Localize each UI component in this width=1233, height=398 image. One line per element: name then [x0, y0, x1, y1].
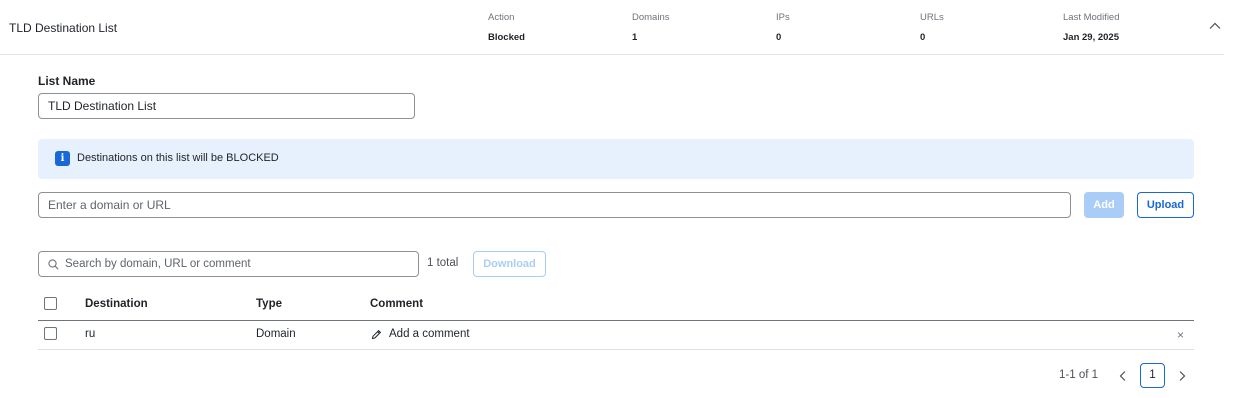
stat-urls: URLs 0	[920, 12, 944, 43]
remove-row-icon[interactable]: ×	[1177, 328, 1184, 342]
stat-action: Action Blocked	[488, 12, 525, 43]
cell-type: Domain	[256, 328, 296, 340]
download-button[interactable]: Download	[473, 251, 546, 277]
stat-last-modified-value: Jan 29, 2025	[1063, 32, 1119, 43]
stat-last-modified: Last Modified Jan 29, 2025	[1063, 12, 1120, 43]
pencil-icon[interactable]	[371, 329, 382, 340]
total-count: 1 total	[427, 257, 459, 269]
stat-domains-value: 1	[632, 32, 638, 43]
stat-domains: Domains 1	[632, 12, 670, 43]
upload-button[interactable]: Upload	[1137, 192, 1194, 218]
stat-ips: IPs 0	[776, 12, 790, 43]
stat-urls-label: URLs	[920, 12, 944, 23]
info-icon: i	[55, 151, 70, 166]
domain-input[interactable]	[38, 192, 1071, 218]
table-row-divider	[38, 349, 1194, 350]
column-header-comment[interactable]: Comment	[370, 298, 423, 310]
row-checkbox[interactable]	[44, 327, 57, 340]
list-header[interactable]: TLD Destination List Action Blocked Doma…	[0, 0, 1224, 55]
page-button-current[interactable]: 1	[1140, 363, 1165, 388]
stat-action-label: Action	[488, 12, 515, 23]
add-comment-link[interactable]: Add a comment	[389, 328, 470, 340]
pagination-range: 1-1 of 1	[1059, 369, 1098, 381]
add-button[interactable]: Add	[1084, 192, 1124, 218]
stat-last-modified-label: Last Modified	[1063, 12, 1120, 23]
select-all-checkbox[interactable]	[44, 297, 57, 310]
list-name-input[interactable]	[38, 93, 415, 119]
banner-message: Destinations on this list will be BLOCKE…	[77, 152, 279, 164]
chevron-up-icon[interactable]	[1208, 19, 1222, 33]
cell-destination: ru	[85, 328, 96, 340]
stat-ips-label: IPs	[776, 12, 790, 23]
stat-ips-value: 0	[776, 32, 782, 43]
search-box[interactable]	[38, 251, 419, 277]
column-header-destination[interactable]: Destination	[85, 298, 148, 310]
stat-urls-value: 0	[920, 32, 926, 43]
column-header-type[interactable]: Type	[256, 298, 282, 310]
stat-action-value: Blocked	[488, 32, 525, 43]
search-icon	[48, 259, 59, 270]
chevron-right-icon[interactable]	[1176, 370, 1188, 382]
chevron-left-icon[interactable]	[1117, 370, 1129, 382]
list-title: TLD Destination List	[9, 21, 118, 35]
search-input[interactable]	[65, 252, 415, 276]
info-banner: i Destinations on this list will be BLOC…	[38, 139, 1194, 179]
stat-domains-label: Domains	[632, 12, 670, 23]
list-name-label: List Name	[38, 74, 96, 88]
table-header-divider	[38, 320, 1194, 321]
